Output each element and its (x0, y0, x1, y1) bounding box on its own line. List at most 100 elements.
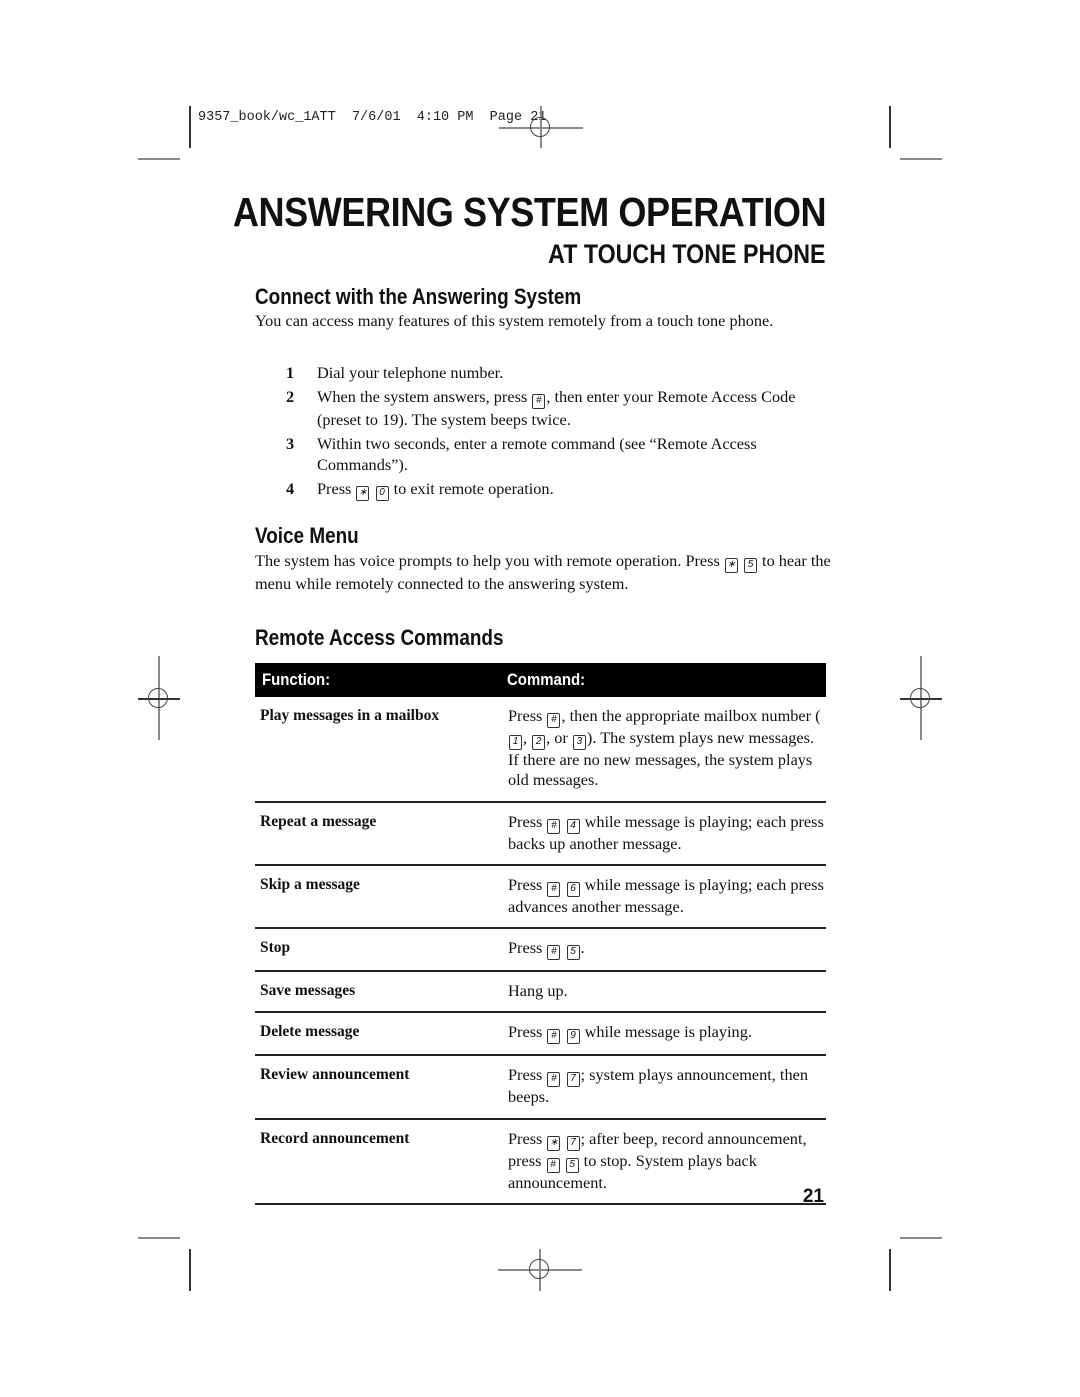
digit-key-icon: 1 (509, 735, 522, 750)
pound-key-icon: # (532, 394, 546, 409)
command-cell: Hang up. (508, 981, 826, 1001)
page-number: 21 (802, 1186, 824, 1207)
text-run (561, 812, 565, 831)
table-row: Skip a message Press # 6 while message is… (255, 866, 826, 930)
text-run: . (580, 938, 585, 958)
digit-key-icon: 0 (375, 486, 389, 501)
slug-time: 4:10 PM (416, 110, 474, 125)
step-item: 3 Within two seconds, enter a remote comm… (286, 433, 806, 475)
table-row: Repeat a message Press # 4 while message … (255, 803, 826, 866)
table-header: Function: Command: (255, 663, 826, 697)
digit-key-icon: 5 (565, 1157, 579, 1173)
function-cell: Repeat a message (260, 812, 377, 830)
crop-mark (138, 158, 180, 160)
slug-file: 9357_book/wc_1ATT (198, 110, 336, 125)
digit-key-icon: 3 (572, 735, 586, 750)
remote-commands-table: Function: Command: Play messages in a ma… (255, 663, 826, 1206)
step-number: 1 (286, 363, 295, 382)
digit-key-icon: 5 (743, 558, 757, 573)
star-key-icon: ∗ (547, 1135, 561, 1151)
command-cell: Press # 6 while message is playing; each… (508, 875, 826, 917)
crop-mark (189, 1249, 191, 1291)
digit-key-icon: 7 (566, 1072, 580, 1088)
pound-key-icon: # (547, 945, 561, 961)
text-run (561, 1022, 565, 1041)
connect-intro: You can access many features of this sys… (255, 311, 774, 330)
digit-key-icon: 2 (532, 735, 546, 750)
text-run (561, 1129, 565, 1148)
function-cell: Play messages in a mailbox (260, 707, 440, 724)
table-row: Review announcement Press # 7; system pla… (255, 1056, 826, 1120)
text-run: , then the appropriate mailbox number ( (561, 706, 821, 725)
column-header-function: Function: (262, 670, 331, 689)
text-run: When the system answers, press (317, 387, 532, 406)
page-title: ANSWERING SYSTEM OPERATION (232, 189, 827, 235)
table-row: Delete message Press # 9 while message is… (255, 1013, 826, 1057)
digit-key-icon: 6 (566, 881, 580, 897)
text-run (561, 875, 565, 894)
table-row: Play messages in a mailbox Press #, then … (255, 697, 826, 803)
text-run: to exit remote operation. (389, 479, 554, 498)
voice-menu-body: The system has voice prompts to help you… (255, 550, 835, 594)
crop-mark (900, 158, 942, 160)
pound-key-icon: # (547, 1072, 561, 1088)
digit-key-icon: 4 (566, 818, 580, 834)
table-row: Save messages Hang up. (255, 972, 826, 1014)
print-slug: 9357_book/wc_1ATT 7/6/01 4:10 PM Page 21 (198, 110, 546, 125)
crop-mark (900, 1237, 942, 1239)
step-number: 4 (286, 479, 295, 498)
step-item: 2 When the system answers, press #, then … (286, 386, 806, 430)
step-text: When the system answers, press #, then e… (317, 386, 806, 430)
star-key-icon: ∗ (724, 558, 738, 573)
text-run: Press (508, 811, 547, 831)
digit-key-icon: 7 (566, 1135, 580, 1151)
step-number: 3 (286, 434, 295, 453)
text-run: Dial your telephone number. (317, 363, 504, 382)
command-cell: Press # 7; system plays announcement, th… (508, 1065, 826, 1107)
section-heading-connect: Connect with the Answering System (255, 284, 582, 309)
text-run: while message is playing. (580, 1022, 752, 1042)
command-cell: Press # 5. (508, 938, 826, 961)
text-run: Press (508, 1128, 547, 1148)
pound-key-icon: # (547, 818, 561, 834)
text-run: Press (508, 874, 547, 894)
page-subtitle: AT TOUCH TONE PHONE (548, 239, 826, 269)
function-cell: Stop (260, 939, 291, 957)
step-text: Dial your telephone number. (317, 362, 503, 383)
function-cell: Skip a message (260, 875, 360, 893)
text-run: The system has voice prompts to help you… (255, 551, 724, 570)
connect-steps: 1 Dial your telephone number. 2 When the sy… (286, 362, 806, 504)
function-cell: Save messages (260, 982, 356, 1000)
text-run (561, 938, 565, 957)
star-key-icon: ∗ (356, 486, 370, 501)
column-header-command: Command: (507, 670, 586, 689)
crop-mark (889, 1249, 891, 1291)
step-text: Press ∗ 0 to exit remote operation. (317, 478, 554, 501)
section-heading-voice-menu: Voice Menu (255, 523, 359, 548)
function-cell: Delete message (260, 1023, 360, 1041)
step-item: 1 Dial your telephone number. (286, 362, 806, 383)
pound-key-icon: # (547, 713, 561, 728)
slug-page-label: Page (489, 110, 523, 125)
crop-mark (889, 106, 891, 148)
section-heading-remote-commands: Remote Access Commands (255, 625, 504, 650)
digit-key-icon: 5 (566, 945, 580, 961)
pound-key-icon: # (547, 881, 561, 897)
text-run: Press (508, 1022, 547, 1042)
step-text: Within two seconds, enter a remote comma… (317, 433, 806, 475)
step-item: 4 Press ∗ 0 to exit remote operation. (286, 478, 806, 501)
text-run: Press (508, 706, 547, 725)
pound-key-icon: # (547, 1029, 561, 1045)
crop-mark (138, 1237, 180, 1239)
crop-mark (189, 106, 191, 148)
text-run: Press (508, 938, 547, 958)
table-body: Play messages in a mailbox Press #, then … (255, 697, 826, 1206)
text-run (561, 1065, 565, 1084)
text-run (370, 479, 374, 498)
step-number: 2 (286, 387, 295, 406)
text-run: Press (508, 1065, 547, 1085)
table-row: Stop Press # 5. (255, 929, 826, 973)
command-cell: Press # 9 while message is playing. (508, 1022, 826, 1045)
function-cell: Review announcement (260, 1066, 410, 1084)
slug-date: 7/6/01 (351, 110, 401, 125)
